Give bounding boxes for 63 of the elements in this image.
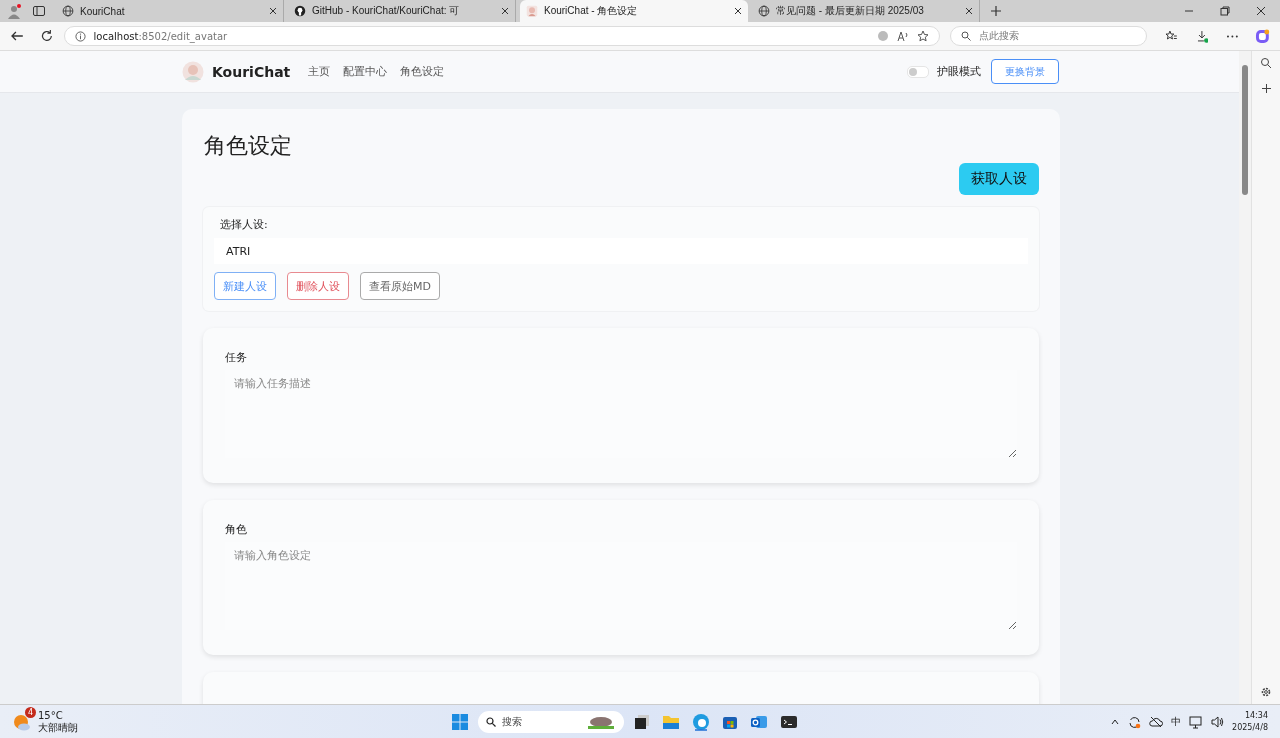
nav-link[interactable]: 配置中心 (343, 64, 388, 79)
store-icon[interactable] (722, 714, 738, 730)
persona-select[interactable]: ATRI (214, 238, 1028, 264)
new-tab-icon[interactable] (990, 5, 1002, 17)
nav-link[interactable]: 角色设定 (400, 64, 445, 79)
fetch-persona-button[interactable]: 获取人设 (959, 163, 1039, 195)
close-icon[interactable] (501, 7, 509, 15)
info-icon[interactable] (74, 30, 86, 42)
edge-browser-icon[interactable] (692, 713, 710, 731)
taskbar-search[interactable]: 搜索 (478, 711, 624, 733)
globe-icon (62, 5, 74, 17)
close-icon[interactable] (1256, 6, 1266, 16)
download-icon[interactable] (1195, 29, 1209, 43)
close-icon[interactable] (965, 7, 973, 15)
terminal-icon[interactable] (780, 714, 798, 730)
notification-badge: 4 (25, 707, 36, 718)
read-aloud-icon[interactable] (896, 30, 909, 42)
refresh-icon[interactable] (39, 29, 54, 43)
avatar-icon (182, 60, 204, 83)
tab-actions-icon[interactable] (32, 4, 46, 18)
temperature: 15°C (38, 710, 64, 722)
favorites-icon[interactable] (1164, 29, 1178, 43)
star-icon[interactable] (916, 30, 929, 42)
eye-mode-toggle[interactable] (907, 65, 929, 78)
avatar-icon (526, 5, 538, 17)
search-icon[interactable] (1260, 57, 1272, 69)
windows-start-icon[interactable] (452, 714, 468, 730)
add-icon[interactable] (1260, 83, 1272, 94)
folder-icon[interactable] (662, 714, 680, 730)
animal-icon (586, 715, 616, 729)
clock[interactable]: 14:34 2025/4/8 (1232, 710, 1268, 734)
search-icon (486, 717, 496, 727)
address-bar[interactable]: localhost:8502/edit_avatar (63, 26, 940, 46)
weather-description: 大部晴朗 (38, 722, 78, 734)
field-label: 角色 (225, 522, 248, 537)
field-label: 选择人设: (220, 217, 269, 232)
close-icon[interactable] (734, 7, 742, 15)
chevron-up-icon[interactable] (1110, 717, 1121, 727)
eye-mode-label: 护眼模式 (937, 64, 981, 79)
cloud-icon[interactable] (1149, 716, 1164, 728)
task-view-icon[interactable] (634, 714, 650, 730)
settings-icon[interactable] (1260, 686, 1272, 698)
volume-icon[interactable] (1211, 716, 1225, 728)
outlook-icon[interactable] (750, 714, 768, 730)
globe-icon (758, 5, 770, 17)
persona-button[interactable]: 删除人设 (287, 272, 349, 300)
close-icon[interactable] (269, 7, 277, 15)
brand-name: KouriChat (212, 63, 291, 80)
scrollbar[interactable] (1239, 51, 1251, 704)
search-icon (960, 31, 971, 41)
search-field[interactable]: 点此搜索 (949, 26, 1147, 46)
copilot-icon[interactable] (1255, 28, 1271, 44)
input-method-indicator[interactable]: 中 (1171, 715, 1182, 729)
profile-icon[interactable] (6, 3, 22, 19)
persona-button[interactable]: 查看原始MD (360, 272, 440, 300)
network-icon[interactable] (1189, 715, 1204, 729)
back-icon[interactable] (10, 29, 24, 43)
browser-tab[interactable]: KouriChat - 角色设定 (520, 0, 748, 22)
restore-icon[interactable] (1220, 6, 1230, 16)
nav-link[interactable]: 主页 (308, 64, 331, 79)
github-icon (294, 5, 306, 17)
field-label: 任务 (225, 350, 248, 365)
page-title: 角色设定 (204, 132, 293, 160)
